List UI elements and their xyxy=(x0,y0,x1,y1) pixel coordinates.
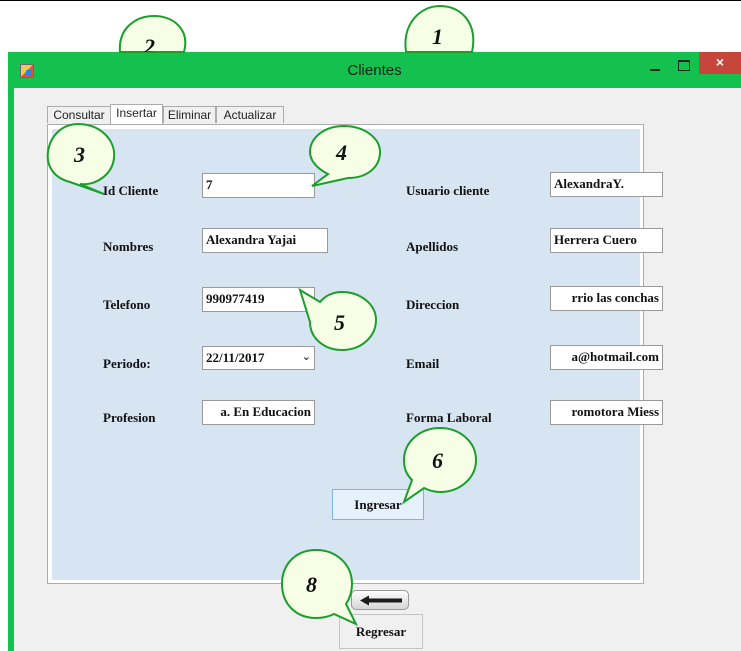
forma-laboral-field[interactable]: romotora Miess xyxy=(550,400,663,425)
nombres-field[interactable]: Alexandra Yajai xyxy=(202,228,328,253)
periodo-value: 22/11/2017 xyxy=(206,350,265,365)
callout-4-number: 4 xyxy=(336,140,347,165)
forma-laboral-label: Forma Laboral xyxy=(406,410,492,425)
title-bar[interactable]: Clientes × xyxy=(8,52,741,88)
callout-5-number: 5 xyxy=(334,310,345,335)
callout-1-number: 1 xyxy=(432,24,443,49)
callout-3-number: 3 xyxy=(74,142,85,167)
callout-4: 4 xyxy=(306,124,382,188)
callout-3: 3 xyxy=(44,122,120,196)
usuario-cliente-label: Usuario cliente xyxy=(406,183,490,198)
close-button[interactable]: × xyxy=(699,52,741,74)
callout-6: 6 xyxy=(400,426,480,506)
callout-8-number: 8 xyxy=(306,572,317,597)
direccion-label: Direccion xyxy=(406,297,460,312)
callout-8: 8 xyxy=(278,548,359,628)
callout-6-number: 6 xyxy=(432,448,443,473)
minimize-icon xyxy=(650,69,660,71)
callout-2-number: 2 xyxy=(144,34,155,52)
profesion-label: Profesion xyxy=(103,410,156,425)
tab-insertar[interactable]: Insertar xyxy=(110,104,163,124)
telefono-label: Telefono xyxy=(103,297,151,312)
callout-5: 5 xyxy=(298,286,378,352)
back-arrow-button[interactable] xyxy=(351,590,409,610)
minimize-button[interactable] xyxy=(644,52,668,82)
close-icon: × xyxy=(715,54,725,70)
email-label: Email xyxy=(406,356,440,371)
tab-consultar[interactable]: Consultar xyxy=(47,106,111,123)
periodo-label: Periodo: xyxy=(103,356,151,371)
top-border-line xyxy=(0,0,741,1)
email-field[interactable]: a@hotmail.com xyxy=(550,345,663,370)
nombres-label: Nombres xyxy=(103,239,154,254)
callout-1: 1 xyxy=(400,4,480,53)
apellidos-field[interactable]: Herrera Cuero xyxy=(550,228,663,253)
id-cliente-field[interactable]: 7 xyxy=(202,173,315,198)
tab-actualizar[interactable]: Actualizar xyxy=(216,106,284,123)
arrow-left-icon xyxy=(360,595,402,606)
window-title: Clientes xyxy=(347,62,402,79)
usuario-cliente-field[interactable]: AlexandraY. xyxy=(550,172,663,197)
apellidos-label: Apellidos xyxy=(406,239,459,254)
maximize-icon xyxy=(678,60,690,71)
callout-2: 2 xyxy=(116,14,190,53)
maximize-button[interactable] xyxy=(672,52,696,82)
direccion-field[interactable]: rrio las conchas xyxy=(550,286,663,311)
tab-eliminar[interactable]: Eliminar xyxy=(163,106,216,123)
profesion-field[interactable]: a. En Educacion xyxy=(202,400,315,425)
